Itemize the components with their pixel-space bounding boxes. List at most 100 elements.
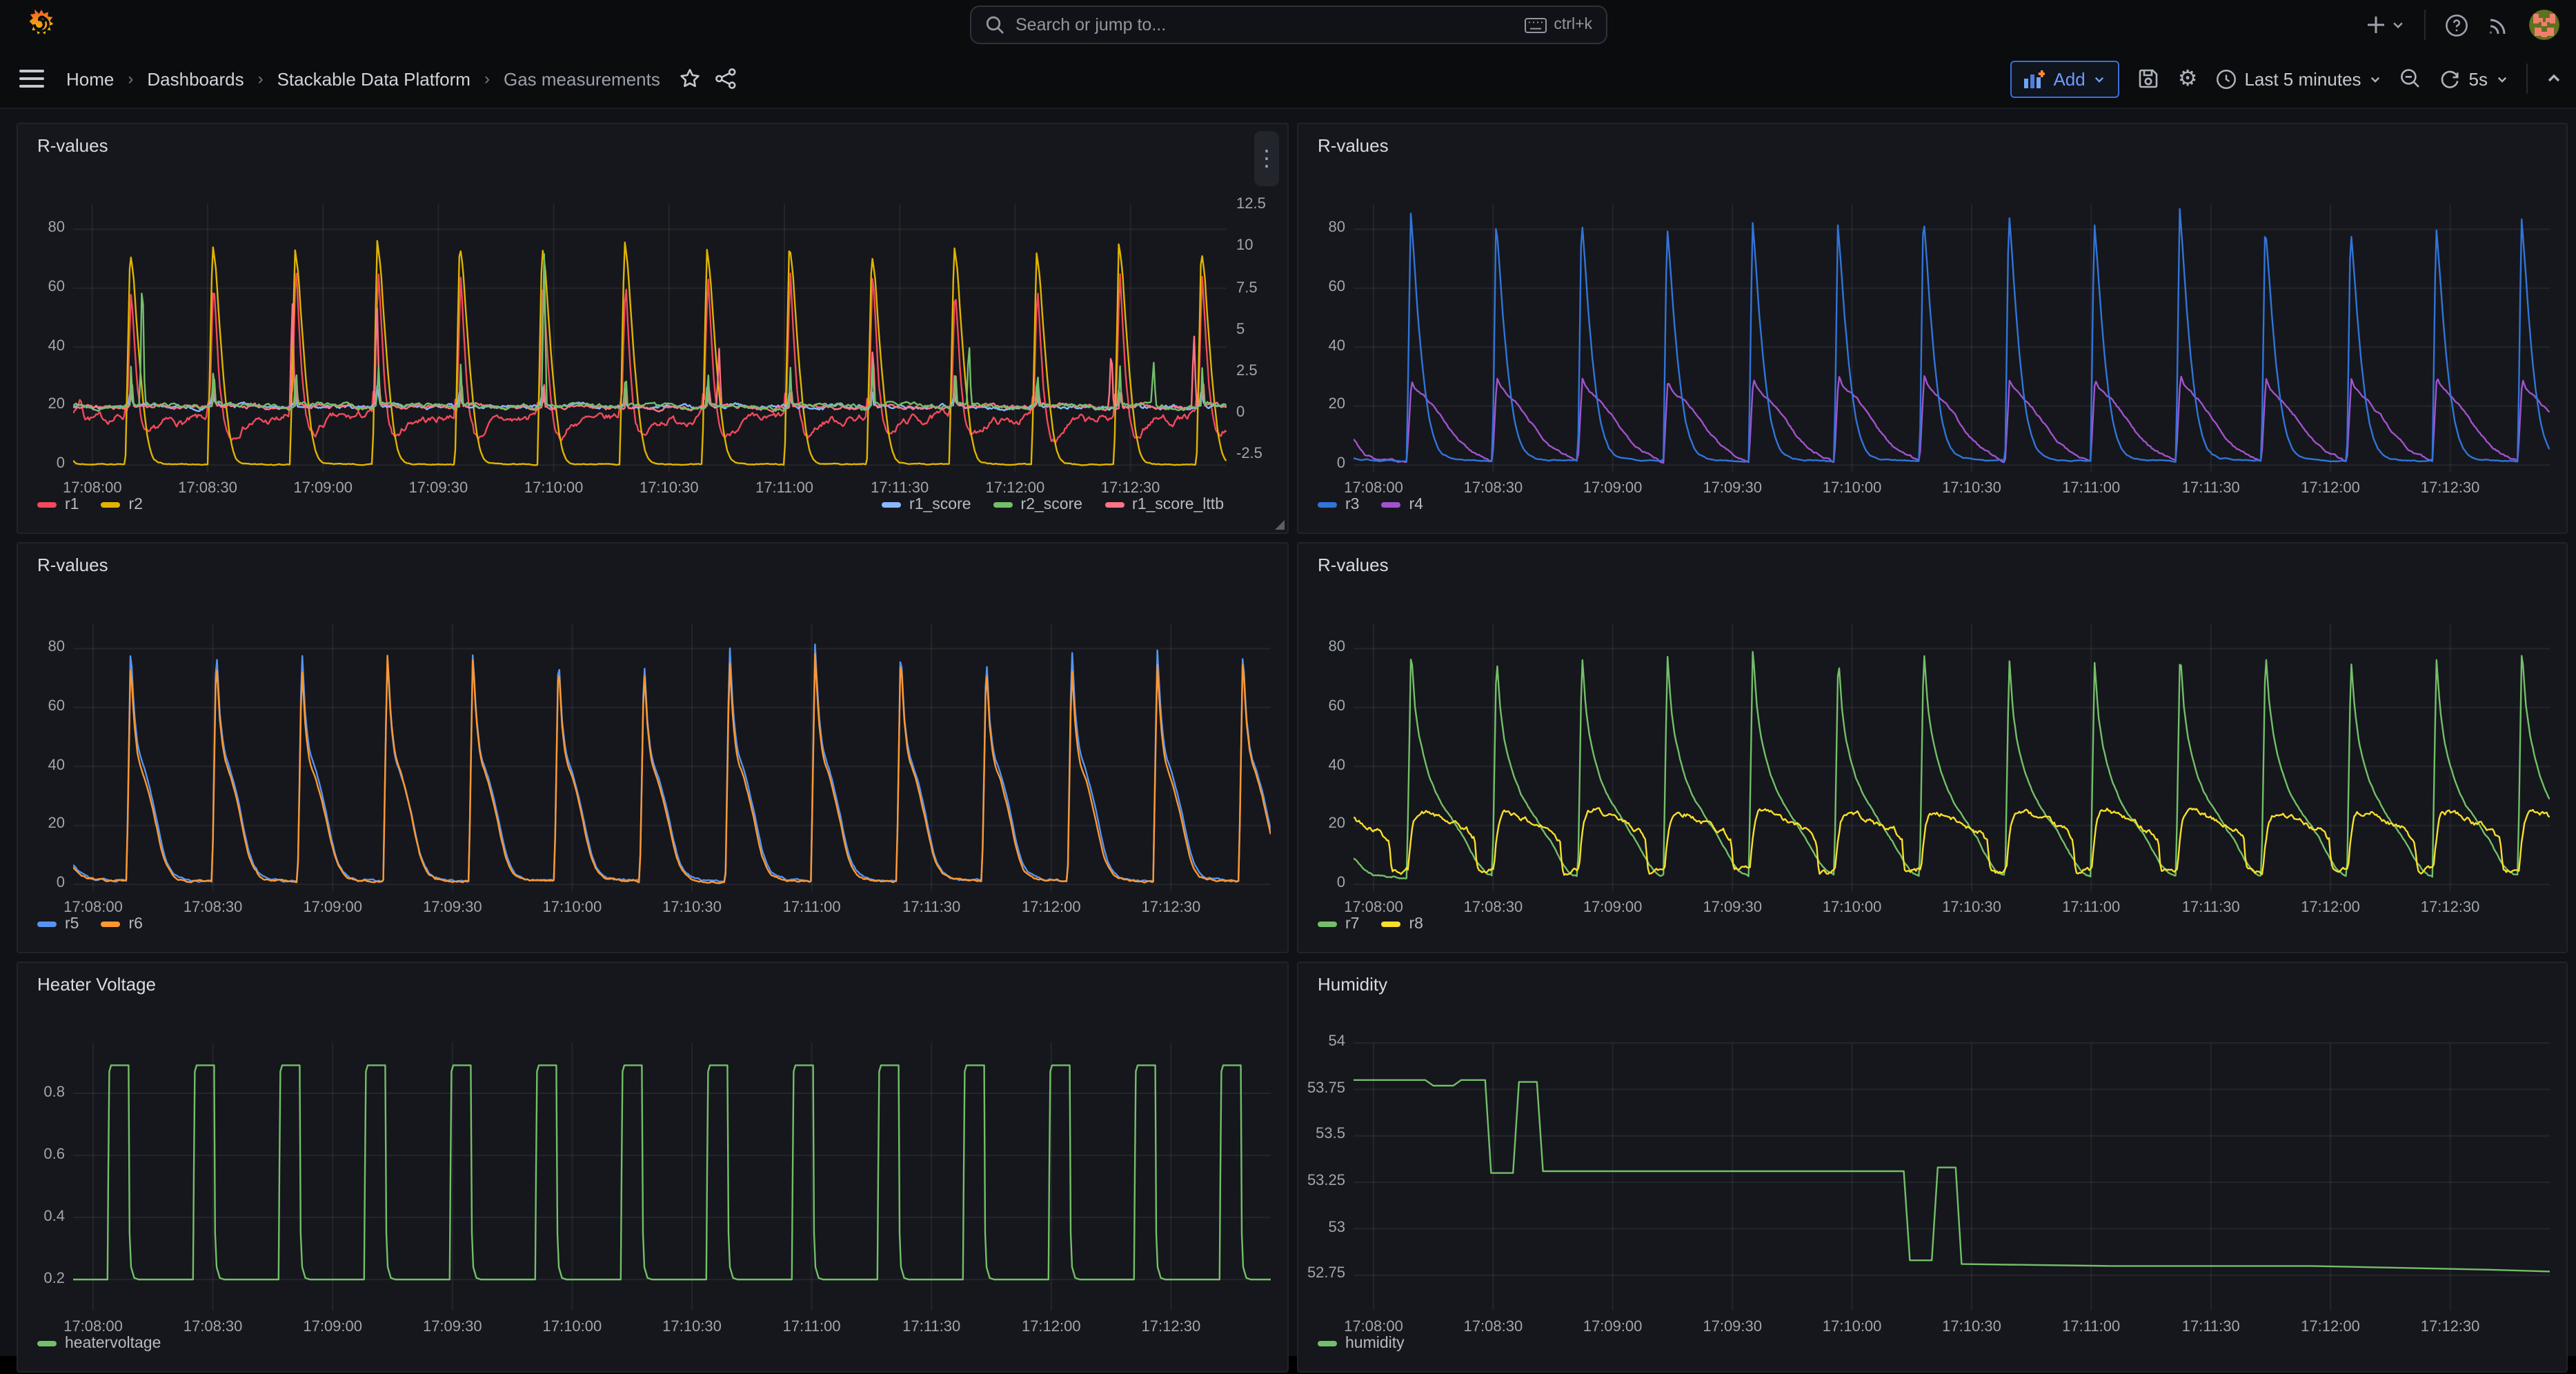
breadcrumb-separator: › — [484, 69, 490, 88]
settings-icon[interactable]: ⚙ — [2178, 65, 2198, 92]
x-axis-label: 17:09:00 — [1583, 480, 1643, 497]
x-axis-label: 17:12:30 — [2421, 1319, 2480, 1335]
series-r6 — [73, 654, 1271, 884]
legend-label: r4 — [1409, 497, 1423, 513]
x-axis-label: 17:11:30 — [2182, 1319, 2240, 1335]
share-icon[interactable] — [715, 68, 737, 90]
favorite-star-icon[interactable] — [680, 68, 702, 90]
x-axis-label: 17:08:30 — [1464, 899, 1523, 916]
y-axis-label: 40 — [18, 757, 65, 773]
panel-heater-voltage-4: Heater Voltage0.20.40.60.817:08:0017:08:… — [17, 962, 1289, 1373]
legend-item-r1[interactable]: r1 — [37, 497, 79, 513]
series-r5 — [73, 644, 1271, 882]
x-axis-label: 17:10:30 — [662, 899, 722, 916]
x-axis-label: 17:11:00 — [783, 1319, 841, 1335]
legend: r1 r2 r1_score r2_score r1_score_lttb — [37, 497, 1224, 513]
legend-label: r5 — [65, 916, 79, 933]
legend-swatch — [1318, 922, 1337, 927]
x-axis-label: 17:10:30 — [1942, 1319, 2001, 1335]
refresh-picker[interactable]: 5s — [2440, 68, 2508, 89]
breadcrumb-separator: › — [128, 69, 133, 88]
legend-label: r3 — [1345, 497, 1359, 513]
legend: humidity — [1318, 1335, 2547, 1352]
x-axis-label: 17:12:00 — [1022, 1319, 1081, 1335]
y-axis-label: 52.75 — [1298, 1266, 1345, 1282]
new-plus-button[interactable] — [2366, 15, 2405, 34]
breadcrumb-dashboards[interactable]: Dashboards — [147, 68, 244, 89]
x-axis-label: 17:11:30 — [2182, 899, 2240, 916]
legend-item-r7[interactable]: r7 — [1318, 916, 1359, 933]
legend-item-humidity[interactable]: humidity — [1318, 1335, 1405, 1352]
legend-label: heatervoltage — [65, 1335, 161, 1352]
chart-canvas[interactable] — [1298, 544, 2569, 955]
y-axis-label: 40 — [1298, 757, 1345, 773]
time-range-picker[interactable]: Last 5 minutes — [2215, 68, 2381, 89]
legend-label: r6 — [128, 916, 142, 933]
chart-canvas[interactable] — [18, 544, 1290, 955]
avatar[interactable] — [2529, 10, 2559, 40]
x-axis-label: 17:12:00 — [986, 480, 1045, 497]
menu-icon[interactable] — [19, 69, 44, 88]
y-axis-label: 0 — [1298, 455, 1345, 472]
shortcut-hint: ctrl+k — [1525, 17, 1592, 33]
chart-canvas[interactable] — [1298, 963, 2569, 1374]
x-axis-label: 17:11:30 — [871, 480, 929, 497]
legend-item-r4[interactable]: r4 — [1381, 497, 1423, 513]
legend-item-r1_score[interactable]: r1_score — [882, 497, 971, 513]
y-axis-label: 20 — [1298, 816, 1345, 833]
add-button[interactable]: Add — [2010, 60, 2119, 97]
save-icon[interactable] — [2138, 68, 2160, 90]
zoom-out-icon[interactable] — [2400, 68, 2422, 90]
chevron-down-icon — [2370, 72, 2382, 85]
legend-item-r1_score_lttb[interactable]: r1_score_lttb — [1104, 497, 1224, 513]
breadcrumb-folder[interactable]: Stackable Data Platform — [277, 68, 470, 89]
legend-item-r5[interactable]: r5 — [37, 916, 79, 933]
x-axis-label: 17:10:30 — [1942, 899, 2001, 916]
panel-r-values-0: R-values⋮02040608012.5107.552.50-2.517:0… — [17, 123, 1289, 534]
legend-label: humidity — [1345, 1335, 1405, 1352]
search-input[interactable]: Search or jump to... ctrl+k — [970, 6, 1607, 44]
help-icon[interactable] — [2445, 13, 2468, 37]
x-axis-label: 17:09:30 — [423, 899, 482, 916]
breadcrumb-current: Gas measurements — [504, 68, 660, 89]
news-rss-icon[interactable] — [2488, 14, 2510, 36]
x-axis-label: 17:10:30 — [1942, 480, 2001, 497]
y-axis-right-label: 10 — [1236, 238, 1254, 255]
legend-label: r2_score — [1021, 497, 1083, 513]
y-axis-label: 0.2 — [18, 1270, 65, 1286]
legend-swatch — [101, 502, 120, 508]
grafana-logo-icon[interactable] — [26, 10, 57, 40]
series-heatervoltage — [73, 1065, 1271, 1280]
divider — [2526, 63, 2528, 94]
y-axis-label: 53.75 — [1298, 1079, 1345, 1096]
x-axis-label: 17:08:30 — [178, 480, 237, 497]
chart-canvas[interactable] — [1298, 124, 2569, 535]
search-icon — [985, 15, 1004, 34]
series-r8 — [1354, 808, 2550, 875]
chevron-up-icon[interactable] — [2546, 70, 2562, 87]
panel-r-values-2: R-values02040608017:08:0017:08:3017:09:0… — [17, 542, 1289, 953]
legend-item-r6[interactable]: r6 — [101, 916, 142, 933]
x-axis-label: 17:09:00 — [1583, 899, 1643, 916]
legend-swatch — [1104, 502, 1124, 508]
x-axis-label: 17:08:00 — [63, 1319, 123, 1335]
chart-canvas[interactable] — [18, 963, 1290, 1374]
legend-item-r3[interactable]: r3 — [1318, 497, 1359, 513]
legend-item-r2_score[interactable]: r2_score — [993, 497, 1083, 513]
legend-item-heatervoltage[interactable]: heatervoltage — [37, 1335, 161, 1352]
breadcrumb-home[interactable]: Home — [66, 68, 114, 89]
top-bar: Search or jump to... ctrl+k — [0, 0, 2576, 50]
panel-r-values-1: R-values02040608017:08:0017:08:3017:09:0… — [1297, 123, 2568, 534]
x-axis-label: 17:12:30 — [2421, 899, 2480, 916]
y-axis-right-label: 5 — [1236, 321, 1245, 337]
series-humidity — [1354, 1080, 2550, 1272]
y-axis-label: 0.6 — [18, 1146, 65, 1162]
x-axis-label: 17:09:00 — [293, 480, 353, 497]
legend-item-r2[interactable]: r2 — [101, 497, 142, 513]
x-axis-label: 17:10:30 — [662, 1319, 722, 1335]
x-axis-label: 17:09:30 — [1703, 1319, 1762, 1335]
dashboard-nav-bar: Home › Dashboards › Stackable Data Platf… — [0, 50, 2576, 109]
legend-item-r8[interactable]: r8 — [1381, 916, 1423, 933]
legend-label: r8 — [1409, 916, 1423, 933]
chart-canvas[interactable] — [18, 124, 1290, 535]
